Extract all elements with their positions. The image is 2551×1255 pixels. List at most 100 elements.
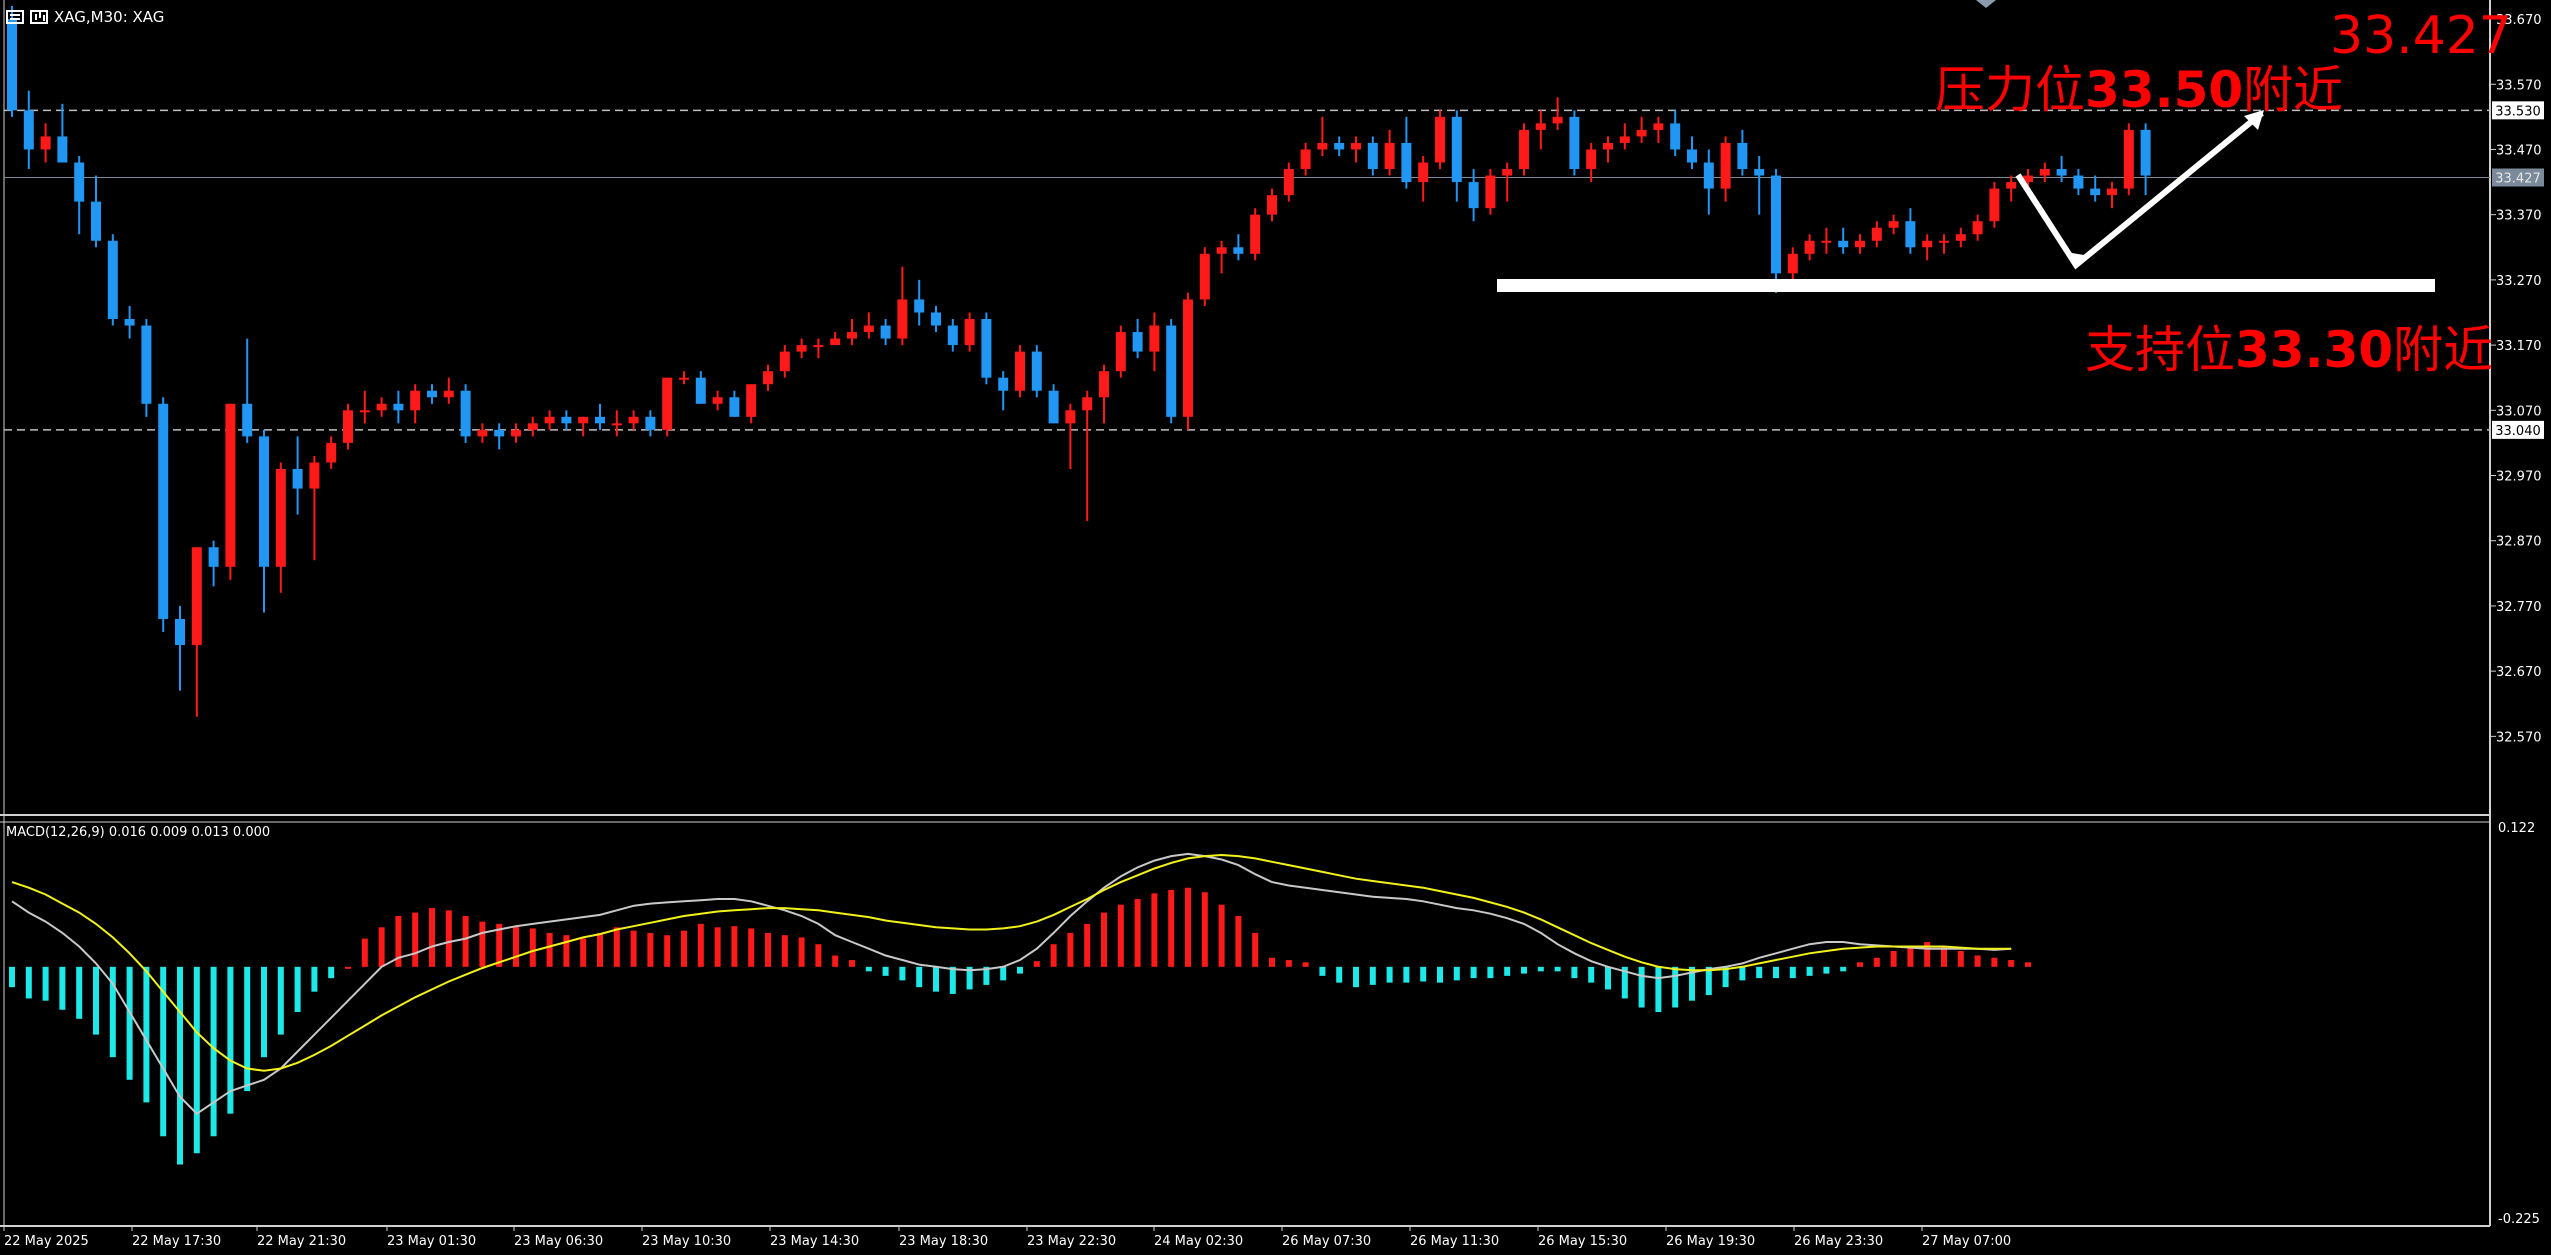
- macd-bar: [1605, 966, 1611, 990]
- list-icon[interactable]: [6, 10, 24, 24]
- candle-body: [779, 351, 790, 372]
- candle-body: [1250, 214, 1261, 254]
- macd-bar: [613, 927, 620, 967]
- macd-bar: [93, 966, 99, 1035]
- candle-body: [2090, 188, 2101, 196]
- time-tick-label: 27 May 07:00: [1922, 1234, 2011, 1249]
- candle-body: [175, 618, 185, 646]
- candle-body: [1099, 371, 1109, 398]
- candle-body: [1502, 169, 1513, 176]
- candle-body: [1334, 142, 1345, 150]
- candle-body: [477, 429, 488, 437]
- price-tick-label: 33.570: [2496, 78, 2542, 93]
- macd-bar: [1756, 966, 1763, 979]
- macd-bar: [1033, 961, 1040, 967]
- macd-bar: [1537, 966, 1544, 972]
- macd-axis-bottom-label: -0.225: [2498, 1212, 2540, 1227]
- macd-bar: [1487, 966, 1494, 979]
- candle-body: [1065, 410, 1076, 424]
- macd-bar: [1403, 966, 1410, 983]
- macd-bar: [781, 935, 788, 967]
- candle-body: [1771, 175, 1781, 274]
- candle-body: [813, 345, 824, 348]
- resistance-annotation: 压力位33.50附近: [1935, 50, 2343, 122]
- macd-bar: [832, 955, 839, 967]
- trading-chart[interactable]: 33.67033.57033.47033.37033.27033.17033.0…: [0, 0, 2551, 1251]
- macd-bar: [647, 932, 654, 967]
- macd-bar: [1739, 966, 1746, 981]
- candle-body: [427, 390, 437, 398]
- candle-body: [1787, 253, 1798, 274]
- macd-bar: [1521, 966, 1527, 974]
- candle-body: [847, 332, 857, 339]
- macd-bar: [714, 927, 721, 967]
- macd-bar: [1252, 932, 1259, 967]
- macd-bar: [126, 966, 133, 1080]
- macd-bar: [1453, 966, 1460, 981]
- candle-body: [931, 312, 941, 326]
- candle-body: [1048, 390, 1059, 424]
- macd-bar: [9, 966, 15, 988]
- macd-bar: [580, 938, 587, 967]
- macd-bar: [1823, 966, 1830, 974]
- macd-bar: [76, 966, 83, 1019]
- time-tick-label: 23 May 22:30: [1027, 1234, 1116, 1249]
- candle-body: [410, 390, 421, 411]
- candle-body: [1166, 325, 1177, 417]
- macd-bar: [1420, 966, 1427, 982]
- candle-body: [1603, 142, 1613, 150]
- macd-bar: [1134, 899, 1141, 967]
- macd-bar: [849, 960, 855, 967]
- candle-body: [1821, 240, 1832, 243]
- candle-body: [611, 423, 622, 426]
- candle-body: [880, 325, 891, 339]
- time-tick-label: 26 May 11:30: [1410, 1234, 1499, 1249]
- candle-body: [191, 547, 202, 646]
- macd-bar: [697, 923, 704, 967]
- candle-body: [1267, 195, 1277, 215]
- macd-bar: [1000, 966, 1007, 981]
- macd-bar: [1151, 893, 1158, 967]
- candle-body: [1401, 142, 1412, 183]
- candle-body: [1670, 123, 1681, 150]
- candle-body: [527, 423, 538, 430]
- macd-bar: [261, 966, 267, 1058]
- macd-bar: [1269, 957, 1275, 967]
- macd-bar: [294, 966, 301, 1013]
- macd-bar: [311, 966, 318, 992]
- candle-body: [1972, 221, 1983, 235]
- candle-body: [1485, 175, 1496, 209]
- macd-bar: [2008, 960, 2015, 967]
- macd-bar: [1185, 887, 1191, 967]
- time-tick-label: 22 May 17:30: [132, 1234, 221, 1249]
- candle-body: [359, 410, 370, 413]
- macd-bar: [59, 966, 66, 1010]
- candle-body: [1468, 182, 1479, 209]
- candle-body: [1939, 240, 1949, 243]
- macd-bar: [949, 966, 956, 994]
- macd-bar: [630, 930, 637, 967]
- price-tick-label: 33.170: [2496, 339, 2542, 354]
- macd-bar: [1437, 966, 1443, 983]
- price-tick-label: 33.270: [2496, 274, 2542, 289]
- macd-bar: [882, 966, 889, 976]
- macd-bar: [1235, 915, 1242, 967]
- candle-body: [1367, 142, 1378, 170]
- candle-body: [511, 429, 521, 437]
- macd-bar: [1050, 944, 1057, 967]
- candle-body: [7, 19, 17, 111]
- candle-body: [259, 436, 269, 567]
- chart-icon[interactable]: [30, 10, 48, 24]
- macd-bar: [1857, 962, 1863, 967]
- current-price-annotation: 33.427: [2330, 6, 2512, 66]
- candle-body: [309, 462, 320, 489]
- macd-bar: [513, 926, 519, 967]
- chart-root[interactable]: 33.670 33.570 33.470 33.370 33.270 33.170 33.0…: [0, 0, 2551, 1251]
- macd-bar: [1991, 957, 1998, 967]
- macd-bar: [1806, 966, 1813, 976]
- candle-body: [242, 403, 253, 437]
- support-zone-bar: [1497, 279, 2435, 292]
- macd-bar: [664, 935, 671, 967]
- candle-body: [1535, 123, 1546, 130]
- macd-bar: [412, 912, 419, 967]
